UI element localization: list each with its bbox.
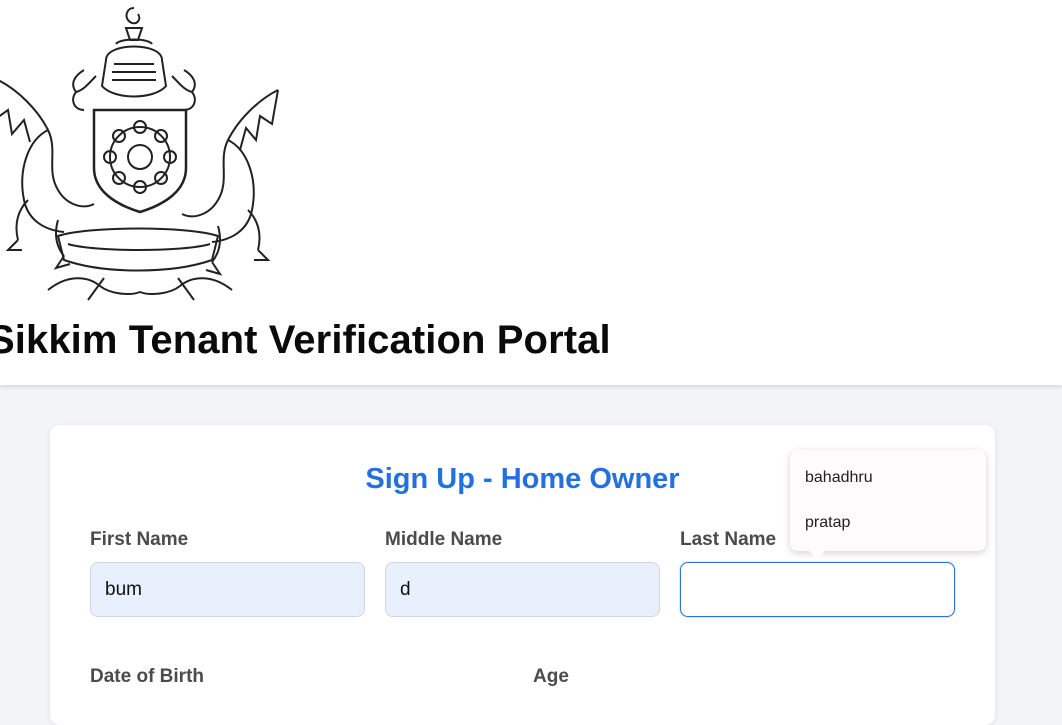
first-name-label: First Name xyxy=(90,529,189,550)
age-label: Age xyxy=(533,666,569,687)
autocomplete-option[interactable]: pratap xyxy=(805,514,850,532)
last-name-input[interactable] xyxy=(680,562,955,617)
dob-label: Date of Birth xyxy=(90,666,204,687)
site-header: Sikkim Tenant Verification Portal xyxy=(0,0,1062,385)
first-name-input[interactable] xyxy=(90,562,365,617)
autocomplete-option[interactable]: bahadhru xyxy=(805,469,873,487)
last-name-label: Last Name xyxy=(680,529,777,550)
middle-name-label: Middle Name xyxy=(385,529,503,550)
middle-name-input[interactable] xyxy=(385,562,660,617)
sikkim-emblem-logo xyxy=(0,7,279,301)
portal-title: Sikkim Tenant Verification Portal xyxy=(0,318,611,362)
autocomplete-dropdown: bahadhru pratap xyxy=(790,450,986,559)
